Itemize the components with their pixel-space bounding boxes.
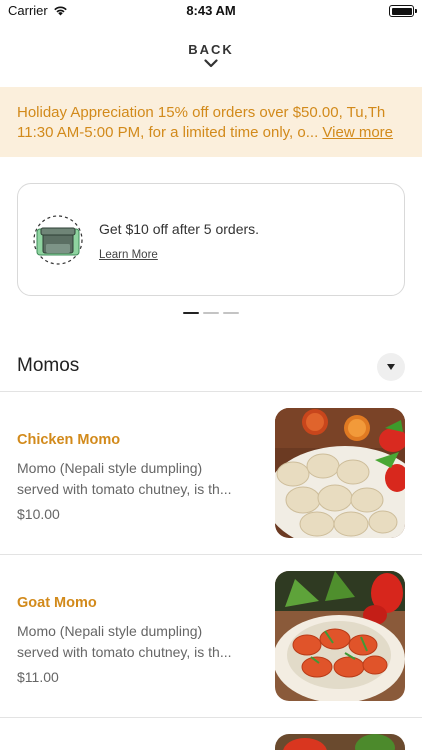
item-description-line: served with tomato chutney, is th... xyxy=(17,644,232,660)
back-label: BACK xyxy=(188,42,234,57)
menu-item-goat-momo[interactable]: Goat Momo Momo (Nepali style dumpling) s… xyxy=(0,555,422,717)
carousel-dot-2[interactable] xyxy=(203,312,219,314)
item-description-line: served with tomato chutney, is th... xyxy=(17,481,232,497)
next-item-photo xyxy=(275,734,405,750)
category-title: Momos xyxy=(17,355,80,376)
item-name: Chicken Momo xyxy=(17,432,121,448)
reward-card[interactable]: Get $10 off after 5 orders. Learn More xyxy=(17,183,405,296)
item-description-line: Momo (Nepali style dumpling) xyxy=(17,460,203,476)
carousel-dot-3[interactable] xyxy=(223,312,239,314)
item-photo xyxy=(275,571,405,701)
menu-item-chicken-momo[interactable]: Chicken Momo Momo (Nepali style dumpling… xyxy=(0,392,422,554)
category-collapse-button[interactable] xyxy=(377,353,405,381)
item-name: Goat Momo xyxy=(17,595,97,611)
chevron-down-icon xyxy=(204,59,218,68)
view-more-link[interactable]: View more xyxy=(322,124,393,141)
carousel-dot-1[interactable] xyxy=(183,312,199,314)
item-description: Momo (Nepali style dumpling) served with… xyxy=(17,458,257,500)
item-photo-partial[interactable] xyxy=(275,734,405,750)
promo-banner: Holiday Appreciation 15% off orders over… xyxy=(0,87,422,157)
item-description: Momo (Nepali style dumpling) served with… xyxy=(17,621,257,663)
divider xyxy=(0,717,422,718)
carousel-indicator xyxy=(0,312,422,314)
chicken-momo-photo xyxy=(275,408,405,538)
reward-box-icon xyxy=(33,215,83,265)
reward-title: Get $10 off after 5 orders. xyxy=(99,221,260,237)
back-button[interactable]: BACK xyxy=(0,42,422,68)
status-bar: Carrier 8:43 AM xyxy=(0,0,422,22)
learn-more-link[interactable]: Learn More xyxy=(99,249,158,261)
goat-momo-photo xyxy=(275,571,405,701)
battery-icon xyxy=(389,5,417,17)
promo-text: Holiday Appreciation 15% off orders over… xyxy=(17,103,405,143)
item-photo xyxy=(275,408,405,538)
clock: 8:43 AM xyxy=(186,3,236,18)
caret-down-icon xyxy=(387,364,395,370)
item-description-line: Momo (Nepali style dumpling) xyxy=(17,623,203,639)
item-price: $10.00 xyxy=(17,506,60,522)
item-price: $11.00 xyxy=(17,669,59,685)
